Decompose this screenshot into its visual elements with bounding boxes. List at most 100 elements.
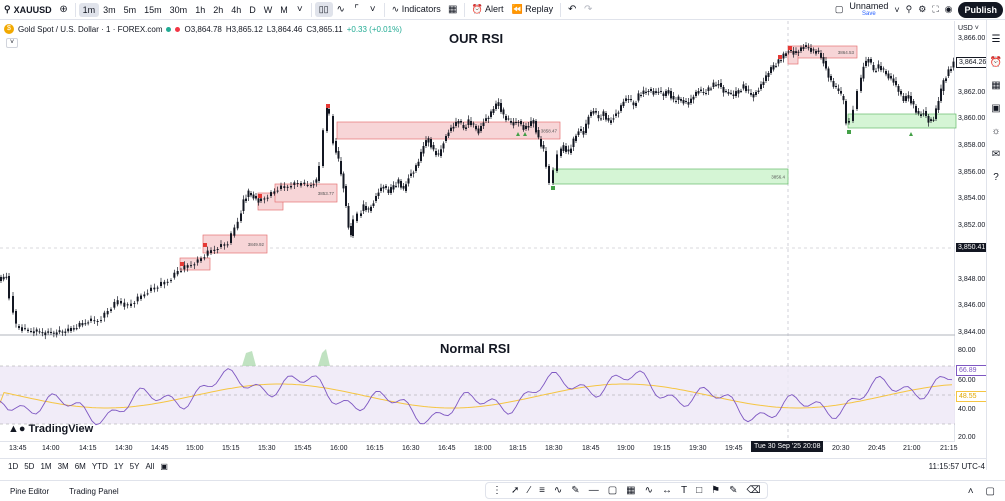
range-6m[interactable]: 6M: [75, 462, 86, 471]
candle: [326, 107, 328, 131]
chevron-up-icon[interactable]: ˄: [968, 486, 974, 497]
indicators-label: Indicators: [401, 4, 441, 14]
replay-button[interactable]: ⏪ Replay: [507, 2, 557, 17]
candle: [856, 91, 858, 109]
calendar-icon[interactable]: ▣: [991, 103, 1000, 114]
indicators-button[interactable]: ∿ Indicators: [388, 2, 445, 17]
time-tick: 20:30: [832, 445, 850, 452]
goto-date-icon[interactable]: ▣: [160, 462, 168, 471]
pencil-icon[interactable]: ✎: [729, 485, 737, 496]
ohlc-open: O3,864.78: [184, 24, 222, 34]
candle: [890, 76, 892, 79]
interval-15m[interactable]: 15m: [140, 3, 166, 17]
trendline-icon[interactable]: ∕: [528, 485, 530, 496]
range-1y[interactable]: 1Y: [114, 462, 124, 471]
cursor-icon[interactable]: ➚: [511, 485, 519, 496]
candle: [722, 87, 725, 93]
interval-4h[interactable]: 4h: [227, 3, 245, 17]
chevron-down-icon[interactable]: ˅: [894, 5, 899, 15]
candles-icon[interactable]: ▯▯: [314, 2, 333, 17]
redo-icon[interactable]: ↷: [580, 4, 596, 15]
candle: [216, 249, 219, 250]
fullscreen-icon[interactable]: ⛶: [932, 4, 938, 15]
candle: [263, 198, 266, 200]
pattern-icon[interactable]: ∿: [554, 485, 562, 496]
layout-icon[interactable]: ▢: [835, 4, 844, 15]
ray-icon[interactable]: —: [589, 485, 599, 496]
interval-1h[interactable]: 1h: [191, 3, 209, 17]
publish-button[interactable]: Publish: [958, 1, 1003, 18]
ideas-icon[interactable]: ☼: [991, 126, 1000, 137]
help-icon[interactable]: ?: [993, 172, 999, 183]
time-tick: 15:00: [186, 445, 204, 452]
range-1d[interactable]: 1D: [8, 462, 18, 471]
alert-button[interactable]: ⏰ Alert: [468, 2, 508, 17]
interval-w[interactable]: W: [260, 3, 277, 17]
interval-30m[interactable]: 30m: [166, 3, 192, 17]
candle: [306, 185, 309, 186]
candle: [47, 331, 50, 333]
collapse-legend-button[interactable]: ˅: [6, 38, 18, 48]
projection-icon[interactable]: ▦: [626, 485, 635, 496]
range-5y[interactable]: 5Y: [130, 462, 140, 471]
eraser-icon[interactable]: ⌫: [747, 485, 761, 496]
divider: [74, 2, 76, 17]
brush-icon[interactable]: ✎: [571, 485, 579, 496]
range-ytd[interactable]: YTD: [92, 462, 108, 471]
symbol-search[interactable]: ⚲ XAUUSD: [0, 4, 56, 15]
chevron-down-icon[interactable]: ˅: [365, 4, 381, 15]
candle: [750, 93, 752, 95]
camera-icon[interactable]: ◉: [945, 4, 953, 15]
line-chart-icon[interactable]: ∿: [333, 4, 349, 15]
currency-selector[interactable]: USD ˅: [958, 25, 979, 32]
data-window-icon[interactable]: ▦: [991, 80, 1000, 91]
interval-1m[interactable]: 1m: [78, 2, 100, 17]
flag-icon[interactable]: ⚑: [711, 485, 720, 496]
candle: [106, 311, 109, 315]
interval-2h[interactable]: 2h: [209, 3, 227, 17]
path-icon[interactable]: ∿: [645, 485, 653, 496]
watchlist-icon[interactable]: ☰: [992, 34, 1001, 45]
note-icon[interactable]: □: [696, 485, 702, 496]
gear-icon[interactable]: ⚙: [918, 4, 926, 15]
interval-d[interactable]: D: [245, 3, 260, 17]
chat-icon[interactable]: ✉: [992, 149, 1000, 160]
interval-5m[interactable]: 5m: [120, 3, 141, 17]
tab-pine-editor[interactable]: Pine Editor: [0, 487, 59, 496]
rectangle-icon[interactable]: ▢: [608, 485, 617, 496]
range-tool-icon[interactable]: ↔: [662, 485, 672, 496]
range-all[interactable]: All: [145, 462, 154, 471]
fib-icon[interactable]: ≡: [539, 485, 545, 496]
signal-marker-red: [180, 262, 184, 266]
range-1m[interactable]: 1M: [40, 462, 51, 471]
candle: [600, 118, 602, 120]
templates-icon[interactable]: ▦: [445, 4, 461, 15]
undo-icon[interactable]: ↶: [564, 4, 580, 15]
candle: [252, 194, 255, 199]
more-icon[interactable]: ⋮: [492, 485, 502, 496]
layout-name-button[interactable]: Unnamed Save: [849, 1, 888, 18]
candle: [116, 300, 119, 305]
maximize-icon[interactable]: ▢: [986, 486, 995, 497]
alarm-icon[interactable]: ⏰: [990, 57, 1002, 68]
tab-trading-panel[interactable]: Trading Panel: [59, 487, 129, 496]
step-chart-icon[interactable]: ⌜: [349, 4, 365, 15]
quick-search-icon[interactable]: ⚲: [906, 4, 913, 15]
candle: [173, 272, 176, 278]
range-3m[interactable]: 3M: [58, 462, 69, 471]
candle: [245, 198, 247, 201]
candle: [480, 126, 482, 131]
chevron-down-icon[interactable]: ˅: [292, 4, 308, 15]
zone-label: 3858.47: [541, 129, 558, 134]
interval-m[interactable]: M: [276, 3, 292, 17]
compare-icon[interactable]: ⊕: [56, 4, 72, 15]
text-icon[interactable]: T: [681, 485, 687, 496]
range-5d[interactable]: 5D: [24, 462, 34, 471]
chart-area[interactable]: 3849.92 3853.77 3858.47 3856.4 3864.53: [0, 21, 957, 441]
chart-canvas[interactable]: 3849.92 3853.77 3858.47 3856.4 3864.53: [0, 21, 1005, 441]
candle: [545, 151, 547, 167]
candle: [602, 111, 605, 116]
candle: [223, 244, 226, 246]
candle: [415, 165, 417, 171]
interval-3m[interactable]: 3m: [99, 3, 120, 17]
